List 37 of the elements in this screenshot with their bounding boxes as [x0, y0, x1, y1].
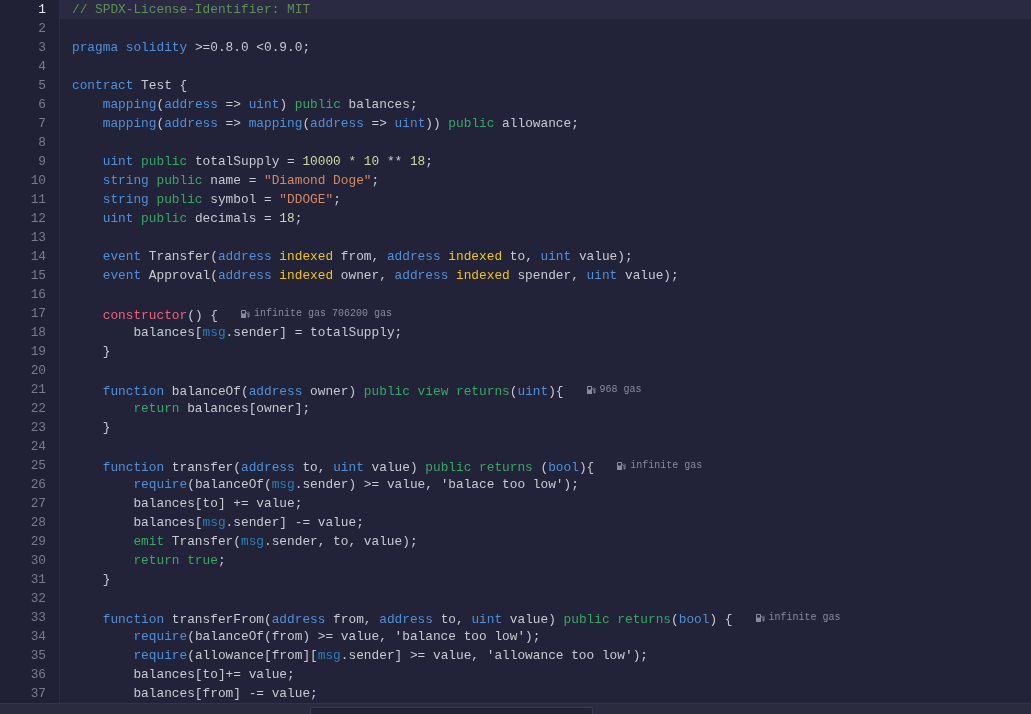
gas-estimate: infinite gas [768, 611, 841, 625]
gas-estimate: infinite gas 706200 gas [253, 307, 392, 321]
gas-estimate: 968 gas [599, 383, 642, 397]
code-line: mapping(address => uint) public balances; [101, 97, 418, 112]
code-line: emit Transfer(msg.sender, to, value); [132, 534, 418, 549]
code-line: } [101, 344, 111, 359]
code-line: require(balanceOf(from) >= value, 'balance too low'); [132, 629, 541, 644]
code-line: balances[to] += value; [132, 496, 303, 511]
code-line: balances[msg.sender] -= value; [132, 515, 364, 530]
code-line: // SPDX-License-Identifier: MIT [72, 2, 311, 17]
code-line: uint public decimals = 18; [101, 211, 303, 226]
code-line: event Transfer(address indexed from, address indexed to, uint value); [101, 249, 633, 264]
fuel-pump-icon [239, 308, 250, 319]
gas-estimate: infinite gas [630, 459, 703, 473]
code-line: string public symbol = "DDOGE"; [101, 192, 341, 207]
code-line: return true; [132, 553, 226, 568]
code-line: function transferFrom(address from, address to, uint value) public returns(bool) { [101, 611, 733, 627]
code-line: function transfer(address to, uint value) public returns (bool){ [101, 459, 595, 475]
code-line: } [101, 420, 111, 435]
code-line: balances[msg.sender] = totalSupply; [132, 325, 403, 340]
code-line: function balanceOf(address owner) public view returns(uint){ [101, 383, 564, 399]
code-line: require(balanceOf(msg.sender) >= value, 'balace too low'); [132, 477, 579, 492]
code-line: require(allowance[from][msg.sender] >= value, 'allowance too low'); [132, 648, 648, 663]
code-line: pragma solidity >=0.8.0 <0.9.0; [72, 40, 311, 55]
code-line: balances[to]+= value; [132, 667, 295, 682]
code-line: constructor() { [101, 307, 218, 323]
code-line: string public name = "Diamond Doge"; [101, 173, 380, 188]
code-line: balances[from] -= value; [132, 686, 318, 701]
code-line: return balances[owner]; [132, 401, 311, 416]
code-line: event Approval(address indexed owner, address indexed spender, uint value); [101, 268, 679, 283]
fuel-pump-icon [585, 384, 596, 395]
fuel-pump-icon [754, 612, 765, 623]
code-line: uint public totalSupply = 10000 * 10 ** 18; [101, 154, 433, 169]
fuel-pump-icon [616, 460, 627, 471]
code-line: mapping(address => mapping(address => uint)) public allowance; [101, 116, 579, 131]
code-line: contract Test { [72, 78, 188, 93]
code-line: } [101, 572, 111, 587]
